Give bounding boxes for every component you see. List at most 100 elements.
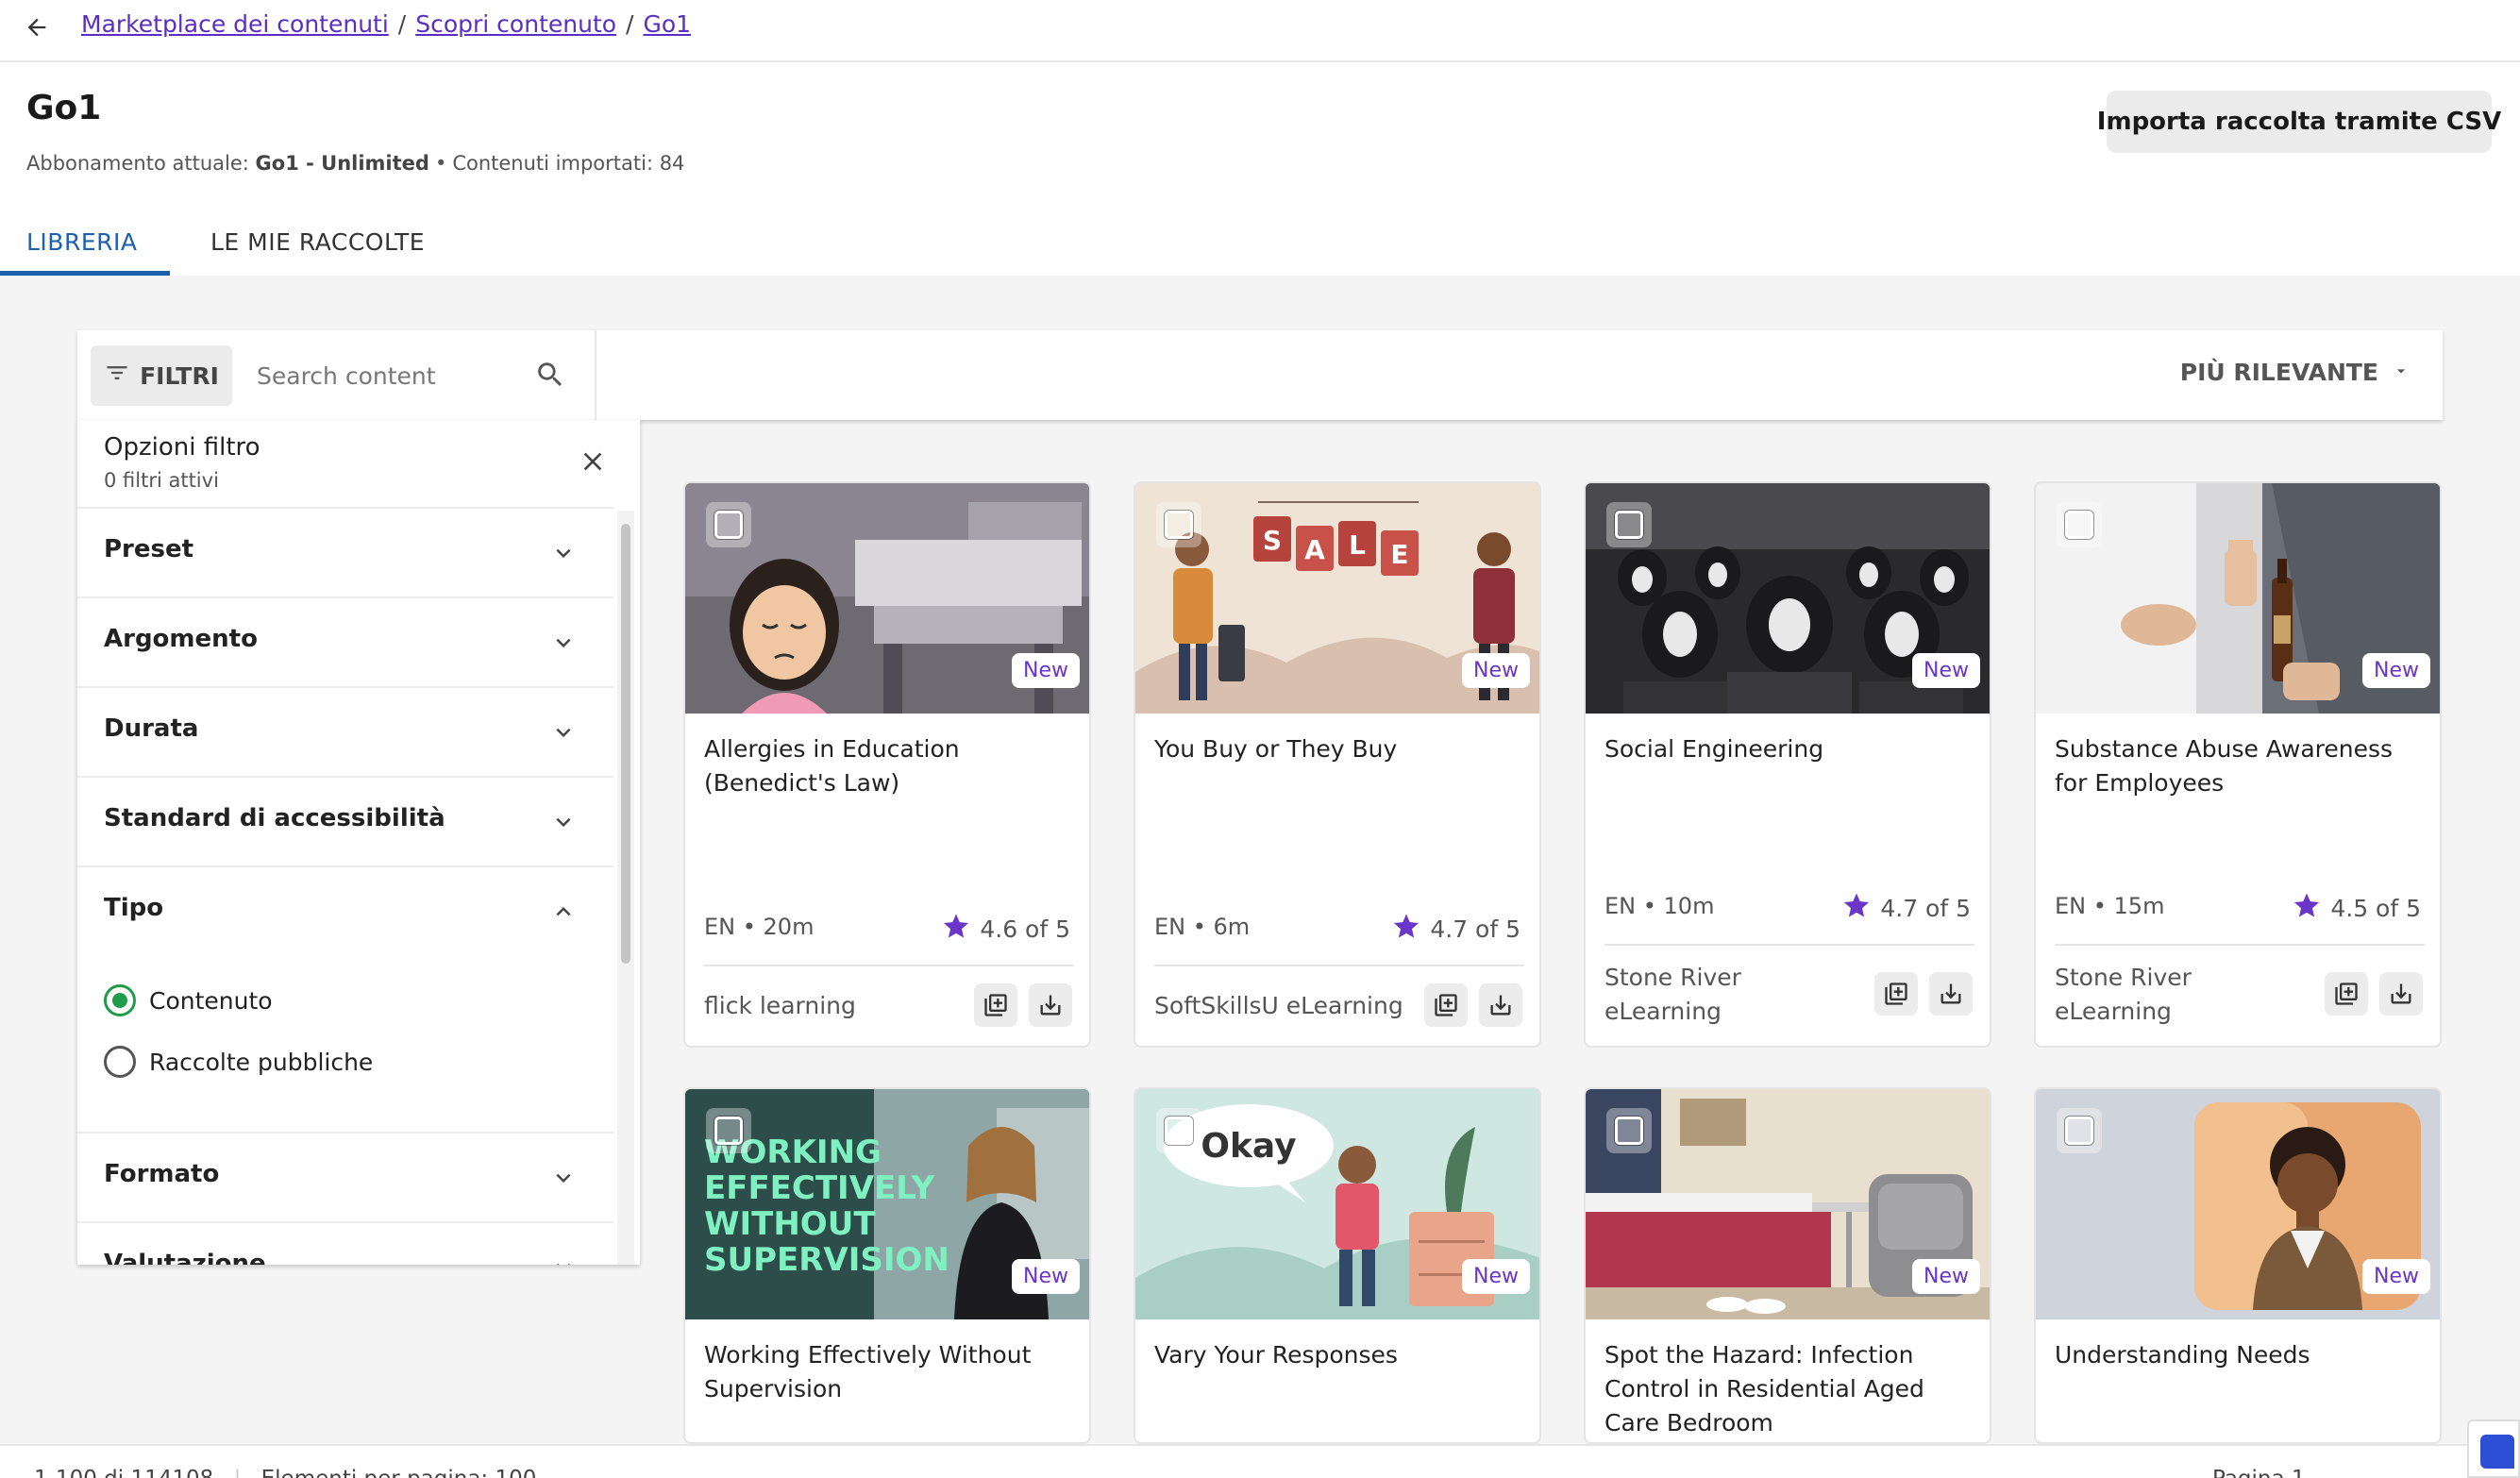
card-select-checkbox[interactable] xyxy=(2057,502,2102,547)
chevron-down-icon xyxy=(549,718,578,747)
card-title[interactable]: Spot the Hazard: Infection Control in Re… xyxy=(1604,1338,1973,1440)
download-button[interactable] xyxy=(1029,983,1072,1027)
svg-text:WITHOUT: WITHOUT xyxy=(704,1205,876,1243)
subscription-info: Abbonamento attuale: Go1 - Unlimited • Con… xyxy=(26,152,684,175)
filter-section-label: Standard di accessibilità xyxy=(104,804,445,832)
card-language-duration: EN • 10m xyxy=(1604,893,1715,919)
scrollbar-thumb[interactable] xyxy=(621,524,630,964)
content-card[interactable]: Okay New Vary Your Responses xyxy=(1134,1087,1541,1444)
content-card[interactable]: New Allergies in Education (Benedict's L… xyxy=(683,481,1091,1048)
rating-text: 4.5 of 5 xyxy=(2330,894,2421,922)
download-button[interactable] xyxy=(1479,983,1522,1027)
tab-libreria[interactable]: LIBRERIA xyxy=(26,228,137,256)
breadcrumb-discover[interactable]: Scopri contenuto xyxy=(415,10,616,38)
caret-down-icon xyxy=(2392,359,2411,386)
new-badge: New xyxy=(1462,1259,1530,1294)
top-bar: Marketplace dei contenuti / Scopri contenu… xyxy=(0,0,2520,62)
breadcrumb-marketplace[interactable]: Marketplace dei contenuti xyxy=(81,10,389,38)
search-icon[interactable] xyxy=(534,359,568,393)
filter-panel: Opzioni filtro 0 filtri attivi Preset Ar… xyxy=(77,420,640,1265)
filter-section-valutazione[interactable]: Valutazione xyxy=(77,1223,613,1265)
card-title[interactable]: Social Engineering xyxy=(1604,732,1973,766)
content-card[interactable]: New Spot the Hazard: Infection Control i… xyxy=(1584,1087,1991,1444)
content-card[interactable]: New Substance Abuse Awareness for Employ… xyxy=(2034,481,2442,1048)
card-select-checkbox[interactable] xyxy=(1606,1108,1652,1153)
card-select-checkbox[interactable] xyxy=(2057,1108,2102,1153)
card-provider: SoftSkillsU eLearning xyxy=(1154,992,1403,1019)
filter-section-accessibilita[interactable]: Standard di accessibilità xyxy=(77,778,613,867)
download-button[interactable] xyxy=(2379,972,2423,1016)
download-button[interactable] xyxy=(1929,972,1973,1016)
active-filters-count: 0 filtri attivi xyxy=(104,469,219,492)
card-provider: flick learning xyxy=(704,992,856,1019)
content-card[interactable]: S A L E New You Buy or They Buy EN • 6m … xyxy=(1134,481,1541,1048)
card-title[interactable]: Working Effectively Without Supervision xyxy=(704,1338,1072,1406)
card-rating: 4.6 of 5 xyxy=(942,912,1070,946)
card-thumbnail: New xyxy=(1586,1089,1990,1319)
add-to-collection-button[interactable] xyxy=(1874,972,1918,1016)
items-per-page[interactable]: Elementi per pagina: 100 xyxy=(261,1467,537,1478)
sort-label: PIÙ RILEVANTE xyxy=(2179,359,2378,386)
card-title[interactable]: Vary Your Responses xyxy=(1154,1338,1522,1372)
card-select-checkbox[interactable] xyxy=(706,502,751,547)
search-toolbar: FILTRI PIÙ RILEVANTE xyxy=(77,330,2443,420)
content-card[interactable]: New Understanding Needs xyxy=(2034,1087,2442,1444)
filter-section-label: Formato xyxy=(104,1160,220,1188)
breadcrumb-separator: / xyxy=(626,10,634,38)
star-icon xyxy=(2293,891,2321,925)
content-card[interactable]: New Social Engineering EN • 10m 4.7 of 5… xyxy=(1584,481,1991,1048)
sort-dropdown[interactable]: PIÙ RILEVANTE xyxy=(2180,359,2411,386)
filter-section-durata[interactable]: Durata xyxy=(77,688,613,778)
filter-section-formato[interactable]: Formato xyxy=(77,1134,613,1223)
card-select-checkbox[interactable] xyxy=(1156,1108,1201,1153)
svg-text:Okay: Okay xyxy=(1201,1127,1296,1166)
search-input[interactable] xyxy=(257,347,540,404)
add-to-collection-button[interactable] xyxy=(1424,983,1468,1027)
filter-scrollbar[interactable] xyxy=(617,511,634,1265)
add-to-collection-button[interactable] xyxy=(2325,972,2368,1016)
card-title[interactable]: You Buy or They Buy xyxy=(1154,732,1522,766)
card-title[interactable]: Substance Abuse Awareness for Employees xyxy=(2055,732,2423,800)
filter-section-preset[interactable]: Preset xyxy=(77,509,613,598)
card-thumbnail: WORKING EFFECTIVELY WITHOUT SUPERVISION … xyxy=(685,1089,1089,1319)
radio-button-selected[interactable] xyxy=(104,984,136,1016)
content-card[interactable]: WORKING EFFECTIVELY WITHOUT SUPERVISION … xyxy=(683,1087,1091,1444)
breadcrumb-go1[interactable]: Go1 xyxy=(643,10,691,38)
toolbar-divider xyxy=(595,330,596,420)
new-badge: New xyxy=(2362,653,2430,688)
imported-count: Contenuti importati: 84 xyxy=(452,152,685,175)
card-divider xyxy=(1604,944,1974,946)
filter-section-label: Argomento xyxy=(104,625,258,653)
radio-button[interactable] xyxy=(104,1046,136,1078)
card-title[interactable]: Understanding Needs xyxy=(2055,1338,2423,1372)
close-icon[interactable] xyxy=(578,446,612,480)
star-icon xyxy=(1392,912,1420,946)
filter-section-label: Preset xyxy=(104,535,194,563)
card-thumbnail: New xyxy=(685,483,1089,714)
subscription-value: Go1 - Unlimited xyxy=(255,152,429,175)
card-select-checkbox[interactable] xyxy=(1606,502,1652,547)
filter-section-tipo[interactable]: Tipo Contenuto Raccolte pubbliche xyxy=(77,867,613,1134)
filter-section-argomento[interactable]: Argomento xyxy=(77,598,613,688)
svg-text:L: L xyxy=(1349,529,1366,561)
tab-le-mie-raccolte[interactable]: LE MIE RACCOLTE xyxy=(210,228,425,256)
back-arrow-icon[interactable] xyxy=(19,9,55,45)
card-language-duration: EN • 15m xyxy=(2055,893,2165,919)
card-rating: 4.7 of 5 xyxy=(1842,891,1971,925)
card-title[interactable]: Allergies in Education (Benedict's Law) xyxy=(704,732,1072,800)
chevron-down-icon xyxy=(549,629,578,657)
filter-lines-icon xyxy=(104,360,130,392)
star-icon xyxy=(942,912,970,946)
card-select-checkbox[interactable] xyxy=(1156,502,1201,547)
svg-text:S: S xyxy=(1263,525,1282,556)
help-widget[interactable] xyxy=(2467,1419,2520,1478)
filters-button[interactable]: FILTRI xyxy=(91,345,232,406)
new-badge: New xyxy=(1912,653,1980,688)
radio-raccolte-pubbliche[interactable]: Raccolte pubbliche xyxy=(104,1046,373,1078)
add-to-collection-button[interactable] xyxy=(974,983,1017,1027)
rating-text: 4.7 of 5 xyxy=(1430,915,1520,943)
import-csv-button[interactable]: Importa raccolta tramite CSV xyxy=(2097,91,2501,153)
card-thumbnail: New xyxy=(1586,483,1990,714)
radio-contenuto[interactable]: Contenuto xyxy=(104,984,273,1016)
card-select-checkbox[interactable] xyxy=(706,1108,751,1153)
